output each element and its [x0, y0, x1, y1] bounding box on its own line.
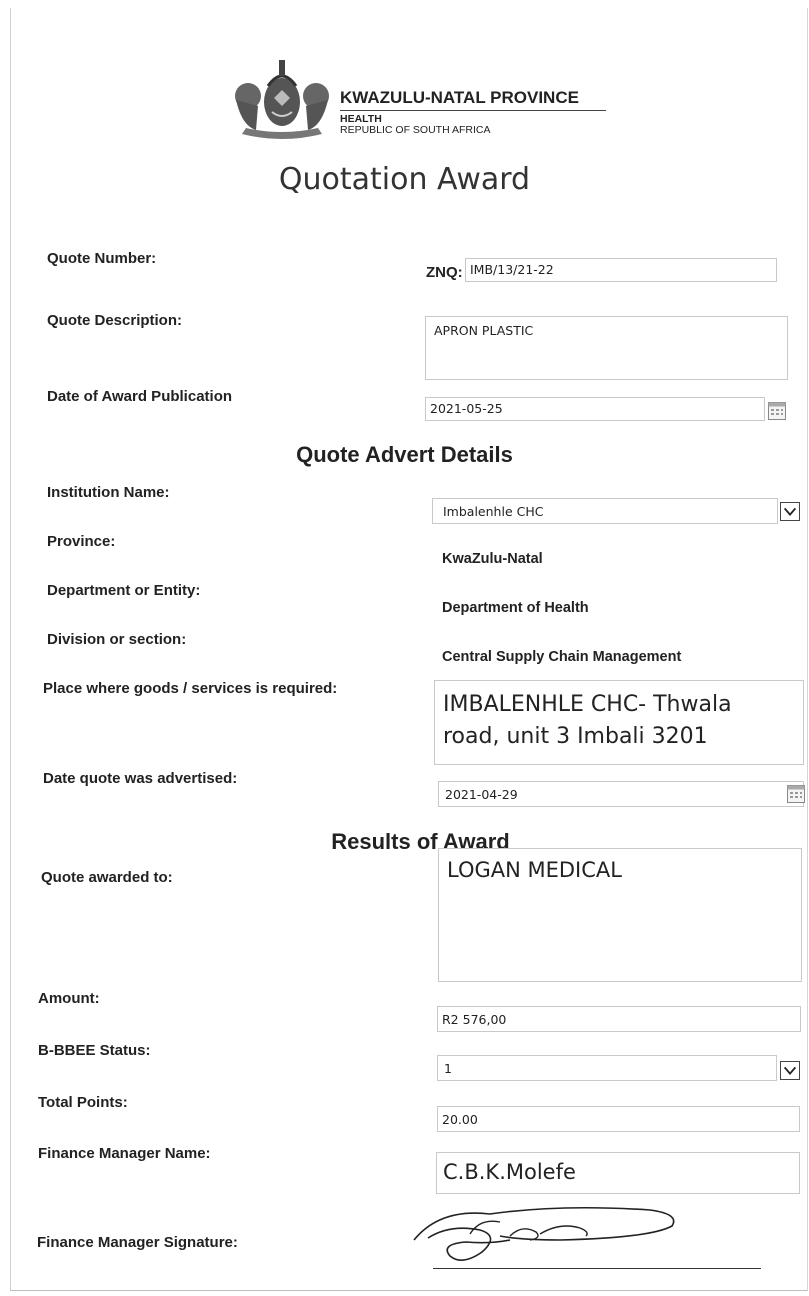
division-value: Central Supply Chain Management: [442, 649, 682, 665]
province-heading: KWAZULU-NATAL PROVINCE: [340, 88, 579, 107]
province-value: KwaZulu-Natal: [442, 551, 543, 567]
division-label: Division or section:: [47, 631, 187, 648]
advert-section-title: Quote Advert Details: [296, 442, 513, 467]
calendar-icon[interactable]: [787, 785, 805, 803]
page-border: [10, 8, 808, 1291]
department-value: Department of Health: [442, 600, 589, 616]
amount-field[interactable]: R2 576,00: [437, 1006, 801, 1032]
advertised-date-field[interactable]: 2021-04-29: [438, 781, 804, 807]
calendar-icon[interactable]: [768, 402, 786, 420]
total-points-label: Total Points:: [38, 1094, 128, 1111]
signature-line: [433, 1268, 761, 1269]
quote-number-field[interactable]: IMB/13/21-22: [465, 258, 777, 282]
awarded-field[interactable]: LOGAN MEDICAL: [438, 848, 802, 982]
header-divider: [340, 110, 606, 111]
quote-description-label: Quote Description:: [47, 312, 183, 329]
advertised-label: Date quote was advertised:: [43, 770, 238, 787]
institution-select[interactable]: Imbalenhle CHC: [432, 498, 778, 524]
coat-of-arms-icon: [235, 60, 329, 139]
place-label: Place where goods / services is required…: [43, 680, 338, 697]
quote-description-field[interactable]: APRON PLASTIC: [425, 316, 788, 380]
bbbee-label: B-BBEE Status:: [38, 1042, 151, 1059]
fm-signature-label: Finance Manager Signature:: [37, 1234, 238, 1251]
page-title: Quotation Award: [278, 162, 531, 197]
quote-number-prefix: ZNQ:: [426, 264, 463, 281]
total-points-field[interactable]: 20.00: [437, 1106, 800, 1132]
award-date-label: Date of Award Publication: [47, 388, 233, 405]
institution-label: Institution Name:: [47, 484, 170, 501]
amount-label: Amount:: [38, 990, 100, 1007]
chevron-down-icon[interactable]: [780, 502, 800, 521]
bbbee-select[interactable]: 1: [437, 1055, 777, 1081]
signature-scribble: [413, 1206, 675, 1261]
award-date-field[interactable]: 2021-05-25: [425, 397, 765, 421]
department-label: Department or Entity:: [47, 582, 201, 599]
place-field[interactable]: IMBALENHLE CHC- Thwala road, unit 3 Imba…: [434, 680, 804, 765]
fm-name-field[interactable]: C.B.K.Molefe: [436, 1152, 800, 1194]
country-heading: REPUBLIC OF SOUTH AFRICA: [340, 124, 491, 136]
province-label: Province:: [47, 533, 116, 550]
chevron-down-icon[interactable]: [780, 1061, 800, 1080]
awarded-label: Quote awarded to:: [41, 869, 173, 886]
fm-name-label: Finance Manager Name:: [38, 1145, 211, 1162]
quote-number-label: Quote Number:: [47, 250, 157, 267]
